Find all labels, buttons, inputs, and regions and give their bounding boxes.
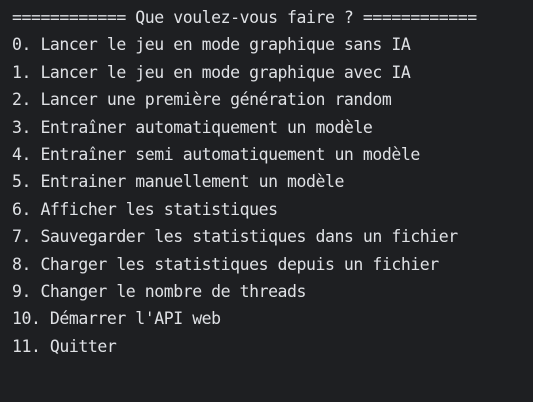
menu-option-2: 2. Lancer une première génération random bbox=[12, 90, 392, 110]
menu-option-8: 8. Charger les statistiques depuis un fi… bbox=[12, 254, 439, 274]
menu-option-10: 10. Démarrer l'API web bbox=[12, 309, 221, 329]
menu-option-0: 0. Lancer le jeu en mode graphique sans … bbox=[12, 35, 411, 55]
menu-option-5: 5. Entrainer manuellement un modèle bbox=[12, 172, 344, 192]
menu-option-3: 3. Entraîner automatiquement un modèle bbox=[12, 117, 373, 137]
menu-option-7: 7. Sauvegarder les statistiques dans un … bbox=[12, 227, 458, 247]
menu-option-11: 11. Quitter bbox=[12, 336, 117, 356]
terminal-output: ============ Que voulez-vous faire ? ===… bbox=[0, 0, 533, 402]
menu-option-6: 6. Afficher les statistiques bbox=[12, 199, 278, 219]
menu-header: ============ Que voulez-vous faire ? ===… bbox=[12, 8, 477, 27]
menu-option-9: 9. Changer le nombre de threads bbox=[12, 281, 306, 301]
menu-option-1: 1. Lancer le jeu en mode graphique avec … bbox=[12, 62, 411, 82]
menu-option-4: 4. Entraîner semi automatiquement un mod… bbox=[12, 144, 420, 164]
